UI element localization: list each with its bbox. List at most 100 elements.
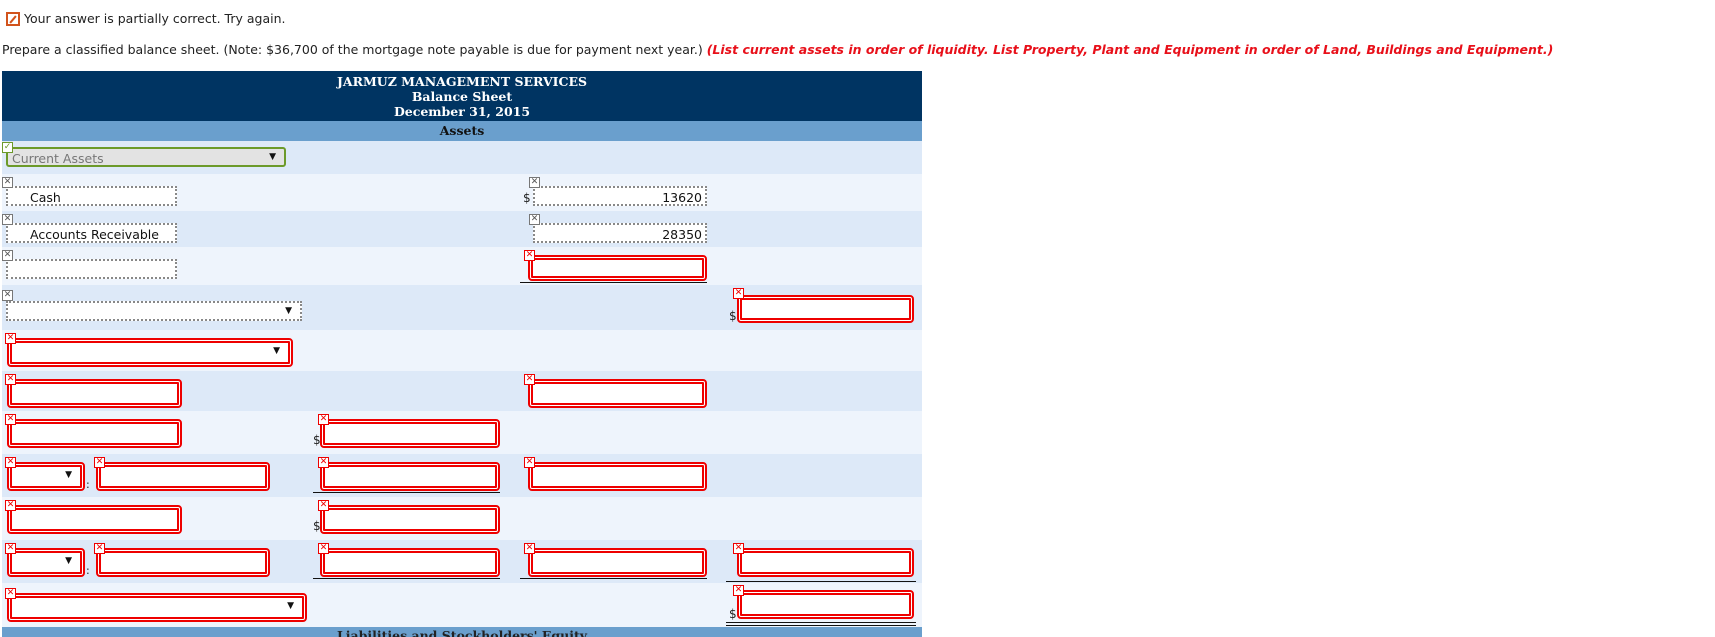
incorrect-x-icon: ✕: [5, 500, 16, 511]
amount-input[interactable]: 13620: [533, 186, 707, 206]
colon-separator: :: [86, 478, 90, 491]
chevron-down-icon: ▼: [65, 470, 72, 480]
account-name-input[interactable]: [6, 259, 177, 279]
total-label-select[interactable]: ▼: [6, 301, 302, 321]
total-amount-input[interactable]: [737, 295, 914, 323]
incorrect-x-icon: ✕: [318, 414, 329, 425]
instructions-hint: (List current assets in order of liquidi…: [706, 42, 1554, 57]
account-name-value: Cash: [30, 190, 61, 205]
account-name-input[interactable]: Accounts Receivable: [6, 223, 177, 243]
total-label-select[interactable]: ▼: [7, 593, 307, 622]
unchecked-x-icon: ✕: [2, 290, 13, 301]
account-name-input[interactable]: [7, 379, 182, 408]
statement-date: December 31, 2015: [393, 104, 531, 119]
amount-input[interactable]: [320, 419, 500, 448]
table-row: ✕ Accounts Receivable ✕ 28350: [2, 211, 922, 247]
incorrect-x-icon: ✕: [318, 457, 329, 468]
chevron-down-icon: ▼: [287, 601, 294, 611]
colon-separator: :: [86, 564, 90, 577]
date-select[interactable]: ▼: [7, 548, 85, 577]
table-row: ✕ ✕: [2, 371, 922, 411]
table-row: ✕ ▼ ✕ $: [2, 583, 922, 629]
section-liabilities-equity: Liabilities and Stockholders' Equity: [2, 627, 922, 637]
dollar-sign: $: [523, 191, 531, 205]
status-message: Your answer is partially correct. Try ag…: [24, 11, 286, 26]
unchecked-x-icon: ✕: [2, 177, 13, 188]
amount-input[interactable]: [320, 505, 500, 534]
amount-input[interactable]: [737, 548, 914, 577]
incorrect-x-icon: ✕: [5, 414, 16, 425]
incorrect-x-icon: ✕: [5, 457, 16, 468]
chevron-down-icon: ▼: [269, 152, 276, 162]
incorrect-x-icon: ✕: [94, 543, 105, 554]
amount-input[interactable]: [320, 462, 500, 491]
unchecked-x-icon: ✕: [529, 177, 540, 188]
incorrect-x-icon: ✕: [5, 588, 16, 599]
pencil-edit-icon: [6, 11, 20, 26]
incorrect-x-icon: ✕: [5, 374, 16, 385]
incorrect-x-icon: ✕: [5, 333, 16, 344]
amount-input[interactable]: [320, 548, 500, 577]
date-select[interactable]: ▼: [7, 462, 85, 491]
account-name-input[interactable]: Cash: [6, 186, 177, 206]
underline: [726, 581, 916, 582]
section-heading-select[interactable]: ▼: [7, 338, 293, 367]
heading-select-value: Current Assets: [12, 151, 104, 166]
unchecked-x-icon: ✕: [2, 214, 13, 225]
table-row: ✕ ✕ $: [2, 497, 922, 540]
amount-input[interactable]: [528, 379, 707, 408]
statement-title: Balance Sheet: [411, 89, 513, 104]
amount-input[interactable]: [528, 255, 707, 281]
instructions-text: Prepare a classified balance sheet. (Not…: [2, 42, 707, 57]
incorrect-x-icon: ✕: [733, 543, 744, 554]
balance-sheet: JARMUZ MANAGEMENT SERVICES Balance Sheet…: [2, 71, 922, 629]
table-row: ✕ Cash ✕ $ 13620: [2, 174, 922, 211]
account-name-input[interactable]: [7, 505, 182, 534]
incorrect-x-icon: ✕: [94, 457, 105, 468]
incorrect-x-icon: ✕: [733, 288, 744, 299]
table-row: ✕ ✕ $: [2, 411, 922, 454]
chevron-down-icon: ▼: [65, 556, 72, 566]
account-name-input[interactable]: [96, 462, 270, 491]
instructions: Prepare a classified balance sheet. (Not…: [2, 42, 1553, 57]
chevron-down-icon: ▼: [273, 346, 280, 356]
total-assets-input[interactable]: [737, 590, 914, 619]
sheet-header: JARMUZ MANAGEMENT SERVICES Balance Sheet…: [2, 71, 922, 121]
section-assets: Assets: [2, 121, 922, 141]
unchecked-x-icon: ✕: [2, 250, 13, 261]
table-row: ✓ Current Assets ▼: [2, 141, 922, 174]
table-row: ✕ ▼: [2, 330, 922, 371]
double-underline: [726, 625, 916, 626]
incorrect-x-icon: ✕: [318, 500, 329, 511]
incorrect-x-icon: ✕: [524, 457, 535, 468]
heading-select[interactable]: Current Assets ▼: [6, 147, 286, 167]
incorrect-x-icon: ✕: [733, 585, 744, 596]
table-row: ✕ ▼ ✕ $: [2, 285, 922, 330]
underline: [520, 578, 707, 579]
unchecked-x-icon: ✕: [529, 214, 540, 225]
incorrect-x-icon: ✕: [318, 543, 329, 554]
company-name: JARMUZ MANAGEMENT SERVICES: [336, 74, 588, 89]
dollar-sign: $: [729, 607, 737, 621]
incorrect-x-icon: ✕: [5, 543, 16, 554]
incorrect-x-icon: ✕: [524, 543, 535, 554]
result-status: Your answer is partially correct. Try ag…: [6, 11, 285, 26]
underline: [313, 492, 500, 493]
account-name-input[interactable]: [7, 419, 182, 448]
table-row: ✕ ✕: [2, 247, 922, 285]
chevron-down-icon: ▼: [285, 306, 292, 316]
amount-input[interactable]: 28350: [533, 223, 707, 243]
account-name-value: Accounts Receivable: [30, 227, 159, 242]
account-name-input[interactable]: [96, 548, 270, 577]
table-row: ✕ ▼ : ✕ ✕ ✕: [2, 454, 922, 497]
amount-input[interactable]: [528, 462, 707, 491]
dollar-sign: $: [729, 309, 737, 323]
incorrect-x-icon: ✕: [524, 250, 535, 261]
table-row: ✕ ▼ : ✕ ✕ ✕ ✕: [2, 540, 922, 583]
underline: [313, 578, 500, 579]
amount-value: 28350: [662, 227, 702, 242]
underline: [520, 282, 707, 283]
amount-value: 13620: [662, 190, 702, 205]
incorrect-x-icon: ✕: [524, 374, 535, 385]
amount-input[interactable]: [528, 548, 707, 577]
